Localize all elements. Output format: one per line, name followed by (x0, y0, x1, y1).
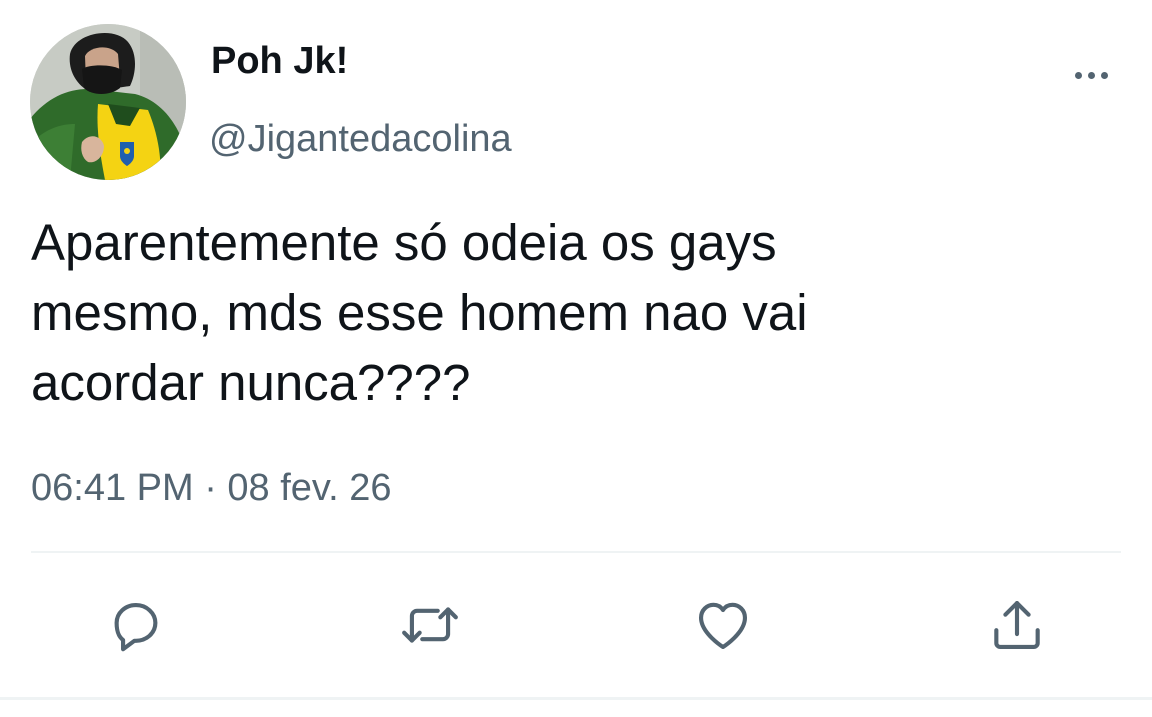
user-handle[interactable]: @Jigantedacolina (209, 118, 512, 161)
retweet-button[interactable] (395, 590, 465, 660)
tweet-text-line: mesmo, mds esse homem nao vai (31, 284, 808, 341)
like-button[interactable] (688, 590, 758, 660)
tweet-text: Aparentemente só odeia os gays mesmo, md… (31, 208, 1031, 418)
reply-icon (114, 603, 158, 652)
divider (31, 551, 1121, 553)
action-bar (0, 590, 1152, 660)
share-button[interactable] (982, 590, 1052, 660)
display-name[interactable]: Poh Jk! (211, 40, 348, 83)
tweet-text-line: Aparentemente só odeia os gays (31, 214, 777, 271)
tweet-card: Poh Jk! @Jigantedacolina Aparentemente s… (0, 0, 1152, 717)
timestamp[interactable]: 06:41 PM · 08 fev. 26 (31, 467, 392, 510)
reply-button[interactable] (101, 590, 171, 660)
heart-icon (698, 602, 748, 650)
retweet-icon (402, 607, 458, 643)
avatar-image (30, 24, 186, 180)
more-horizontal-icon-dot (1100, 71, 1108, 79)
more-horizontal-icon-dot (1087, 71, 1095, 79)
more-horizontal-icon (1074, 71, 1082, 79)
share-icon (994, 600, 1040, 650)
bottom-divider (0, 697, 1152, 700)
tweet-text-line: acordar nunca???? (31, 354, 471, 411)
avatar[interactable] (30, 24, 186, 180)
more-options-button[interactable] (1062, 58, 1120, 92)
